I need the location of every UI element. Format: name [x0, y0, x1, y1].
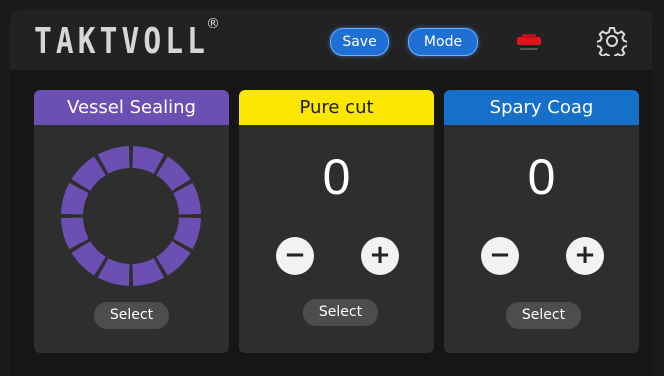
- panel-title: Spary Coag: [444, 90, 639, 125]
- decrease-button[interactable]: −: [276, 237, 314, 275]
- top-bar: TAKTVOLL ® Save Mode: [10, 10, 652, 70]
- registered-mark: ®: [206, 16, 220, 32]
- pure-cut-select-button[interactable]: Select: [303, 299, 378, 326]
- ring-segment: [173, 182, 201, 215]
- ring-segment: [132, 146, 165, 174]
- power-level-ring[interactable]: [60, 145, 202, 287]
- ring-segment: [61, 217, 89, 250]
- gear-icon[interactable]: [597, 26, 627, 56]
- device-screen: TAKTVOLL ® Save Mode Vessel Sealing Sele…: [10, 10, 652, 376]
- decrease-button[interactable]: −: [481, 237, 519, 275]
- ring-segment: [71, 241, 106, 276]
- pure-cut-panel: Pure cut 0 − + Select: [239, 90, 434, 353]
- increase-button[interactable]: +: [361, 237, 399, 275]
- red-plug-icon: [517, 34, 541, 50]
- ring-segment: [132, 258, 165, 286]
- ring-segment: [71, 156, 106, 191]
- panel-title: Vessel Sealing: [34, 90, 229, 125]
- ring-segment: [97, 146, 130, 174]
- ring-segment: [156, 241, 191, 276]
- main-content: Vessel Sealing Select Pure cut 0 − + Sel…: [10, 70, 652, 376]
- spary-coag-value: 0: [527, 149, 556, 205]
- increase-button[interactable]: +: [566, 237, 604, 275]
- pure-cut-value: 0: [322, 149, 351, 205]
- vessel-select-button[interactable]: Select: [94, 302, 169, 329]
- ring-segment: [97, 258, 130, 286]
- ring-segment: [61, 182, 89, 215]
- ring-segment: [173, 217, 201, 250]
- mode-button[interactable]: Mode: [408, 28, 478, 56]
- spary-coag-panel: Spary Coag 0 − + Select: [444, 90, 639, 353]
- vessel-sealing-panel: Vessel Sealing Select: [34, 90, 229, 353]
- ring-segment: [156, 156, 191, 191]
- panel-title: Pure cut: [239, 90, 434, 125]
- brand-logo: TAKTVOLL: [34, 21, 209, 62]
- save-button[interactable]: Save: [330, 28, 389, 56]
- spary-coag-select-button[interactable]: Select: [506, 302, 581, 329]
